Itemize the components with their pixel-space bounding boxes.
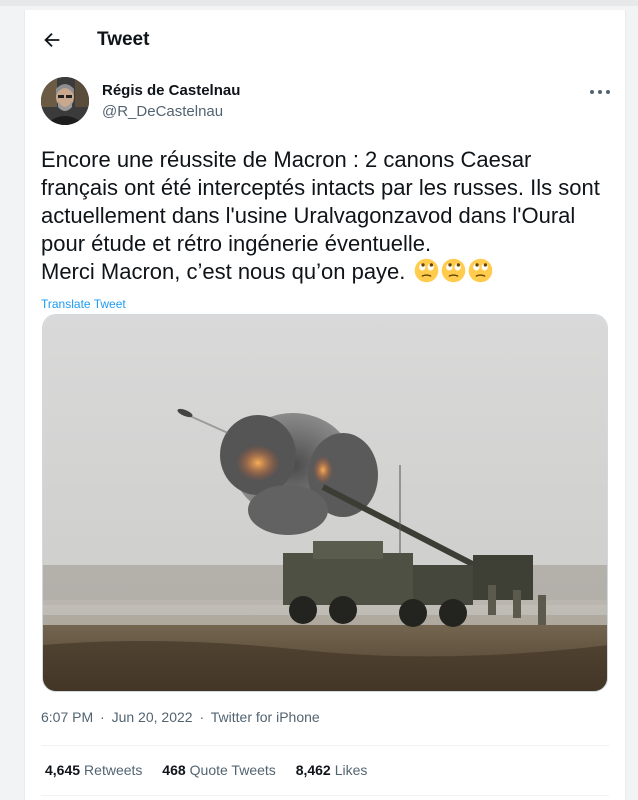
likes-label: Likes [334, 762, 368, 778]
tweet-media-image[interactable] [42, 314, 608, 692]
divider [41, 745, 609, 746]
translate-tweet-link[interactable]: Translate Tweet [41, 297, 126, 311]
meta-separator: · [199, 709, 205, 725]
browser-top-strip [0, 0, 638, 6]
tweet-date[interactable]: Jun 20, 2022 [112, 709, 193, 725]
avatar[interactable] [41, 77, 89, 125]
tweet-card: Tweet Régis de Castelnau @R_DeCastelnau … [24, 10, 626, 800]
tweet-time[interactable]: 6:07 PM [41, 709, 93, 725]
face-with-rolling-eyes-emoji [414, 258, 438, 283]
tweet-metadata: 6:07 PM · Jun 20, 2022 · Twitter for iPh… [41, 709, 323, 725]
meta-separator: · [100, 709, 105, 725]
howitzer-firing-photo [43, 315, 607, 691]
retweets-stat[interactable]: 4,645 Retweets [45, 762, 142, 778]
emoji-group [412, 258, 493, 284]
page-title: Tweet [97, 29, 150, 50]
tweet-header: Tweet [25, 10, 625, 70]
face-with-rolling-eyes-emoji [441, 258, 465, 283]
quote-tweets-stat[interactable]: 468 Quote Tweets [162, 762, 276, 778]
divider [41, 795, 609, 796]
tweet-text: Encore une réussite de Macron : 2 canons… [41, 146, 613, 286]
retweets-label: Retweets [84, 762, 143, 778]
face-with-rolling-eyes-emoji [468, 258, 492, 283]
retweets-count: 4,645 [45, 762, 81, 778]
arrow-left-icon[interactable] [41, 29, 63, 51]
tweet-text-content: Encore une réussite de Macron : 2 canons… [41, 147, 600, 284]
likes-stat[interactable]: 8,462 Likes [296, 762, 368, 778]
more-options-icon[interactable] [588, 84, 612, 100]
tweet-stats: 4,645 Retweets 468 Quote Tweets 8,462 Likes [45, 762, 383, 778]
quote-tweets-count: 468 [162, 762, 186, 778]
author-name[interactable]: Régis de Castelnau [102, 82, 240, 99]
tweet-source[interactable]: Twitter for iPhone [211, 709, 320, 725]
quote-tweets-label: Quote Tweets [189, 762, 276, 778]
author-handle[interactable]: @R_DeCastelnau [102, 103, 223, 120]
likes-count: 8,462 [295, 762, 331, 778]
